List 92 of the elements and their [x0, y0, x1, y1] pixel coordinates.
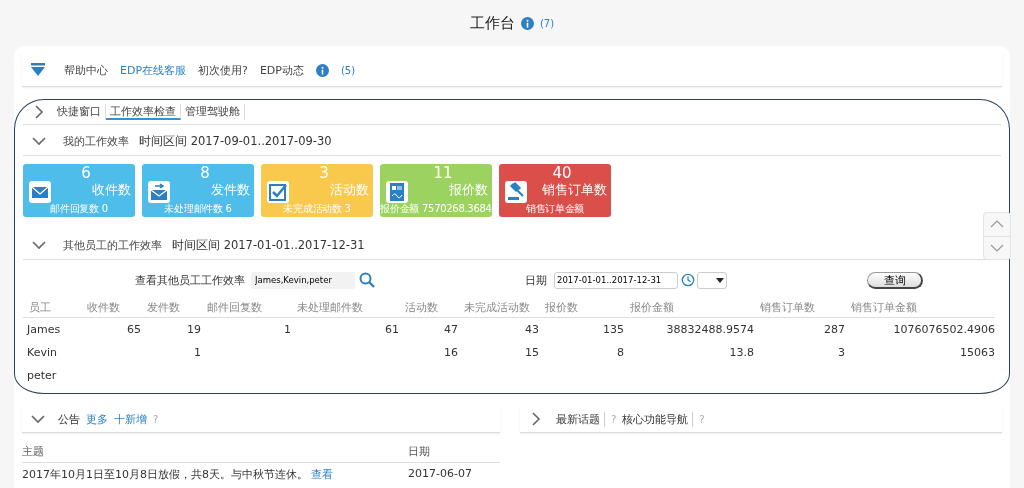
column-header: 报价金额 — [624, 298, 754, 318]
table-cell-text: 16 — [443, 345, 458, 361]
tab[interactable]: 快捷窗口 — [53, 104, 106, 120]
column-header: 销售订单数 — [754, 298, 845, 318]
checkbox-icon — [267, 181, 289, 203]
table-cell: 47 — [399, 317, 458, 341]
document-icon — [386, 181, 408, 203]
column-header: 销售订单金额 — [845, 298, 995, 318]
table-cell: 65 — [81, 317, 141, 341]
column-header: 报价数 — [539, 298, 624, 318]
table-cell: James — [23, 317, 81, 341]
table-cell: 1076076502.4906 — [845, 317, 995, 341]
chevron-up-icon — [990, 220, 1004, 229]
tile-detail: 未处理邮件数 6 — [164, 202, 232, 216]
tile-value: 11 — [432, 164, 454, 182]
column-header: 邮件回复数 — [201, 298, 291, 318]
query-button[interactable]: 查询 — [867, 271, 923, 289]
table-cell: 135 — [539, 317, 624, 341]
envelope-icon — [29, 181, 51, 203]
tile-value: 8 — [199, 164, 211, 182]
tile-label: 收件数 — [92, 182, 131, 199]
table-cell: 43 — [458, 317, 539, 341]
tab[interactable]: 核心功能导航 — [622, 411, 694, 427]
date-field[interactable]: 2017-01-01..2017-12-31 — [554, 271, 678, 289]
table-cell: 19 — [141, 317, 201, 341]
date-label: 日期 — [525, 272, 547, 288]
more-link[interactable]: 更多 — [86, 411, 108, 427]
page-title: 工作台 — [469, 13, 515, 33]
period-text: 时间区间 2017-01-01..2017-12-31 — [172, 237, 365, 253]
table-cell-text: Kevin — [26, 345, 58, 361]
chevron-down-icon — [990, 243, 1004, 252]
notification-count[interactable]: (5) — [340, 64, 356, 76]
table-cell: 38832488.9574 — [624, 317, 754, 341]
tab[interactable]: 管理驾驶舱 — [181, 104, 245, 120]
tile-value: 40 — [551, 164, 573, 182]
column-header: 活动数 — [399, 298, 458, 318]
column-header: 员工 — [23, 298, 81, 318]
employee-field[interactable]: James,Kevin,peter — [251, 271, 355, 289]
tile-detail: 邮件回复数 0 — [50, 202, 108, 216]
clock-icon — [681, 273, 695, 287]
tile-value: 6 — [80, 164, 92, 182]
announcement-subject: 2017年10月1日至10月8日放假，共8天。与中秋节连休。 — [22, 468, 308, 481]
dropdown[interactable] — [697, 271, 727, 289]
table-cell: 61 — [291, 317, 399, 341]
section-title: 公告 — [58, 411, 80, 427]
tile-label: 销售订单数 — [542, 182, 607, 199]
column-header: 收件数 — [81, 298, 141, 318]
help-center-title: 帮助中心 — [64, 62, 108, 78]
info-icon — [520, 16, 534, 30]
filter-label: 查看其他员工工作效率 — [135, 272, 245, 288]
column-header: 未处理邮件数 — [291, 298, 399, 318]
table-cell-text: 8 — [616, 345, 624, 361]
period-text: 时间区间 2017-09-01..2017-09-30 — [139, 133, 332, 149]
add-link[interactable]: 十新增 — [114, 411, 147, 427]
tab[interactable]: 最新话题 — [556, 411, 605, 427]
table-cell: 1 — [201, 317, 291, 341]
help-mark[interactable]: ? — [153, 413, 159, 425]
tile-label: 报价数 — [449, 182, 488, 199]
help-text[interactable]: EDP动态 — [259, 62, 304, 78]
tile-detail: 销售订单金额 — [525, 202, 585, 216]
caret-icon — [716, 277, 724, 283]
help-link[interactable]: EDP在线客服 — [120, 62, 187, 78]
stat-tile[interactable]: 40 销售订单数 销售订单金额 — [499, 164, 611, 217]
section-title[interactable]: 其他员工的工作效率 — [63, 237, 162, 253]
help-mark[interactable]: ? — [699, 413, 705, 425]
gavel-icon — [505, 181, 527, 203]
table-cell: 3 — [754, 341, 845, 364]
announcement-date: 2017-06-07 — [408, 466, 473, 482]
tile-label: 活动数 — [330, 182, 369, 199]
table-cell: 287 — [754, 317, 845, 341]
notification-count[interactable]: (7) — [539, 17, 555, 29]
section-title[interactable]: 我的工作效率 — [63, 133, 129, 149]
info-icon — [315, 63, 329, 77]
table-cell-text: 1 — [193, 345, 201, 361]
column-header: 日期 — [408, 441, 500, 463]
tile-detail: 报价金额 7570268.3684 — [380, 202, 492, 216]
view-link[interactable]: 查看 — [311, 468, 334, 481]
filter-icon — [30, 62, 46, 78]
tile-detail: 未完成活动数 3 — [283, 202, 351, 216]
help-mark[interactable]: ? — [611, 413, 617, 425]
table-cell: 15 — [458, 341, 539, 364]
help-text[interactable]: 初次使用? — [198, 62, 248, 78]
tile-label: 发件数 — [211, 182, 250, 199]
tile-value: 3 — [318, 164, 330, 182]
table-cell-text: peter — [26, 368, 58, 384]
table-cell: 15063 — [845, 341, 995, 364]
column-header: 发件数 — [141, 298, 201, 318]
table-cell: 13.8 — [624, 341, 754, 364]
column-header: 主题 — [22, 441, 408, 463]
tab[interactable]: 工作效率检查 — [106, 104, 181, 120]
search-icon — [359, 272, 375, 288]
column-header: 未完成活动数 — [458, 298, 539, 318]
